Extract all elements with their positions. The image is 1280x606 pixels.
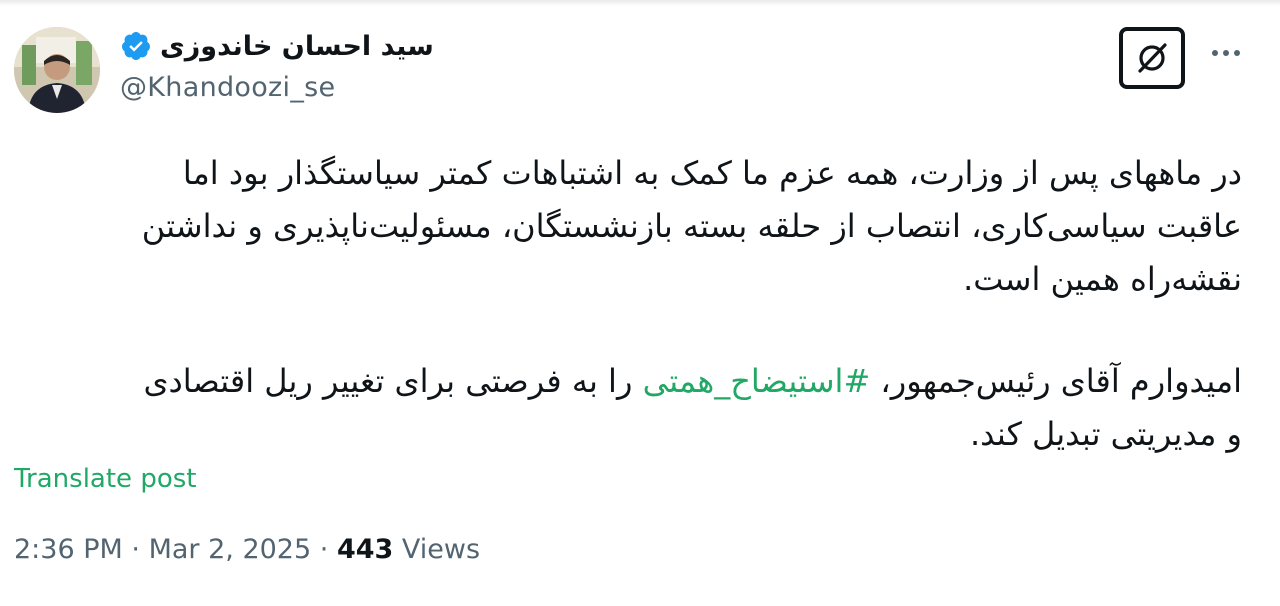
post-text-segment: امیدوارم آقای رئیس‌جمهور، — [870, 362, 1242, 400]
post-text-paragraph-2: امیدوارم آقای رئیس‌جمهور، #استیضاح_همتی … — [12, 355, 1242, 461]
post-text-paragraph-1: در ماههای پس از وزارت، همه عزم ما کمک به… — [12, 147, 1242, 306]
post-time[interactable]: 2:36 PM — [14, 534, 123, 565]
top-edge-shadow — [0, 0, 1280, 6]
avatar-photo — [14, 27, 100, 113]
post-date[interactable]: Mar 2, 2025 — [149, 534, 312, 565]
post-text-line: و مدیریتی تبدیل کند. — [969, 415, 1242, 453]
meta-separator: · — [131, 534, 140, 565]
grok-button[interactable] — [1119, 27, 1185, 89]
post-text-line: امیدوارم آقای رئیس‌جمهور، #استیضاح_همتی … — [12, 355, 1242, 408]
translate-post-link[interactable]: Translate post — [14, 464, 196, 494]
post-metadata: 2:36 PM · Mar 2, 2025 · 443 Views — [14, 534, 480, 565]
more-dot-icon — [1234, 50, 1240, 56]
post-text-line: عاقبت سیاسی‌کاری، انتصاب از حلقه بسته با… — [141, 207, 1242, 245]
post-text-line: در ماههای پس از وزارت، همه عزم ما کمک به… — [182, 154, 1242, 192]
post-text-line: نقشه‌راه همین است. — [963, 260, 1242, 298]
author-handle[interactable]: @Khandoozi_se — [120, 72, 335, 103]
views-label: Views — [401, 534, 481, 565]
author-display-name[interactable]: سید احسان خاندوزی — [160, 31, 434, 62]
hashtag-link[interactable]: #استیضاح_همتی — [643, 362, 871, 400]
meta-separator: · — [319, 534, 329, 565]
verified-badge-icon — [121, 32, 150, 60]
views-count: 443 — [336, 534, 394, 565]
more-dot-icon — [1223, 50, 1229, 56]
author-name-row[interactable]: سید احسان خاندوزی — [120, 30, 434, 62]
more-options-button[interactable] — [1206, 38, 1246, 68]
post-text-segment: را به فرصتی برای تغییر ریل اقتصادی — [143, 362, 643, 400]
more-dot-icon — [1212, 50, 1218, 56]
avatar[interactable] — [14, 27, 100, 113]
grok-icon — [1138, 43, 1167, 73]
